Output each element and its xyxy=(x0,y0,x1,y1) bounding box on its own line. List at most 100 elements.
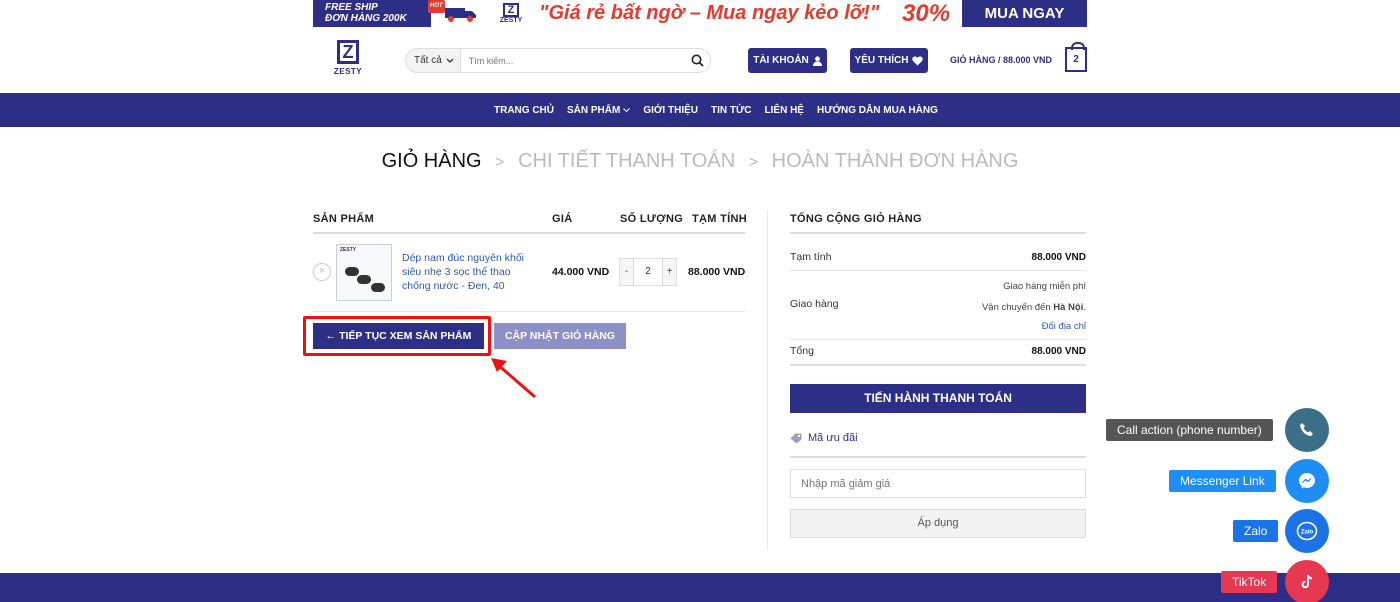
coupon-divider xyxy=(790,456,1086,458)
wishlist-button[interactable]: YÊU THÍCH xyxy=(850,48,928,73)
promo-cta-button[interactable]: MUA NGAY xyxy=(962,0,1087,27)
coupon-code-input[interactable] xyxy=(790,469,1086,498)
call-action-label[interactable]: Call action (phone number) xyxy=(1106,419,1273,441)
product-name-link[interactable]: Dép nam đúc nguyên khối siêu nhẹ 3 sọc t… xyxy=(402,251,532,293)
subtotal-value: 88.000 VND xyxy=(1031,252,1086,263)
zalo-icon-text: Zalo xyxy=(1301,530,1314,536)
step-separator: > xyxy=(495,154,505,171)
total-label: Tổng xyxy=(790,345,814,357)
subtotal-label: Tạm tính xyxy=(790,251,832,263)
search-category-label: Tất cả xyxy=(414,55,442,66)
promo-banner[interactable]: FREE SHIP ĐƠN HÀNG 200K HOT Z ZESTY "Giá… xyxy=(313,0,1087,27)
nav-item-contact[interactable]: LIÊN HỆ xyxy=(765,105,804,116)
qty-increase-button[interactable]: + xyxy=(663,259,676,285)
apply-coupon-button[interactable]: Áp dụng xyxy=(790,509,1086,538)
col-header-price: GIÁ xyxy=(552,213,573,225)
total-value: 88.000 VND xyxy=(1031,346,1086,357)
account-label: TÀI KHOẢN xyxy=(753,55,809,66)
col-header-subtotal: TẠM TÍNH xyxy=(692,213,747,225)
site-logo[interactable]: Z ZESTY xyxy=(330,40,366,80)
zalo-label[interactable]: Zalo xyxy=(1233,520,1279,542)
row-divider xyxy=(313,311,745,312)
quantity-stepper: - 2 + xyxy=(619,258,677,286)
change-address-link[interactable]: Đổi địa chỉ xyxy=(1042,321,1086,332)
shoe-image xyxy=(357,275,371,284)
shoe-image xyxy=(345,267,359,276)
step-cart[interactable]: GIỎ HÀNG xyxy=(382,150,482,172)
tiktok-icon[interactable] xyxy=(1285,560,1329,602)
step-order-complete: HOÀN THÀNH ĐƠN HÀNG xyxy=(771,150,1019,172)
promo-hot-badge: HOT xyxy=(428,0,445,13)
update-cart-button[interactable]: CẬP NHẬT GIỎ HÀNG xyxy=(494,323,626,349)
remove-item-button[interactable]: × xyxy=(313,263,331,281)
annotation-arrow-icon xyxy=(491,358,536,399)
chevron-down-icon xyxy=(446,58,454,63)
wishlist-label: YÊU THÍCH xyxy=(854,55,909,66)
account-button[interactable]: TÀI KHOẢN xyxy=(748,48,827,73)
nav-item-home[interactable]: TRANG CHỦ xyxy=(494,105,554,116)
shipping-destination-prefix: Vận chuyển đến xyxy=(981,302,1051,313)
annotation-highlight-box xyxy=(303,316,491,356)
product-price: 44.000 VND xyxy=(552,266,610,278)
col-header-qty: SỐ LƯỢNG xyxy=(620,213,684,225)
nav-item-guide[interactable]: HƯỚNG DẪN MUA HÀNG xyxy=(817,105,938,116)
step-checkout-details[interactable]: CHI TIẾT THANH TOÁN xyxy=(518,150,735,172)
totals-row-divider xyxy=(790,270,1086,271)
thumbnail-brand: ZESTY xyxy=(340,247,357,253)
nav-item-products[interactable]: SẢN PHẨM xyxy=(567,104,631,116)
promo-percent: 30% xyxy=(902,0,951,27)
qty-decrease-button[interactable]: - xyxy=(620,259,633,285)
product-thumbnail[interactable]: ZESTY xyxy=(336,244,392,301)
zalo-icon[interactable]: Zalo xyxy=(1285,509,1329,553)
search-input[interactable] xyxy=(460,55,684,66)
promo-free-ship: FREE SHIP ĐƠN HÀNG 200K HOT xyxy=(313,0,445,27)
coupon-heading-label: Mã ưu đãi xyxy=(808,432,858,444)
user-icon xyxy=(812,55,822,66)
search-bar: Tất cả xyxy=(405,48,711,73)
shipping-destination: Vận chuyển đến Hà Nội. xyxy=(982,302,1086,313)
totals-row-divider xyxy=(790,339,1086,340)
logo-text: ZESTY xyxy=(333,67,363,76)
shipping-city: Hà Nội xyxy=(1053,302,1084,313)
promo-logo: Z ZESTY xyxy=(491,0,531,27)
cart-count: 2 xyxy=(1073,54,1079,65)
nav-item-news[interactable]: TIN TỨC xyxy=(711,105,752,116)
nav-item-products-label: SẢN PHẨM xyxy=(567,104,621,116)
main-nav-items: TRANG CHỦ SẢN PHẨM GIỚI THIỆU TIN TỨC LI… xyxy=(494,93,938,127)
tag-icon xyxy=(790,433,802,443)
messenger-link-label[interactable]: Messenger Link xyxy=(1169,470,1276,492)
search-icon[interactable] xyxy=(684,54,710,67)
promo-slogan: "Giá rẻ bất ngờ – Mua ngay kẻo lỡ!" xyxy=(539,2,880,24)
nav-item-about[interactable]: GIỚI THIỆU xyxy=(643,105,698,116)
footer-band xyxy=(0,573,1400,602)
step-separator: > xyxy=(748,154,759,171)
totals-footer-divider xyxy=(790,364,1086,366)
phone-icon[interactable] xyxy=(1285,408,1329,452)
main-nav: TRANG CHỦ SẢN PHẨM GIỚI THIỆU TIN TỨC LI… xyxy=(0,93,1400,127)
coupon-heading: Mã ưu đãi xyxy=(790,432,858,444)
column-divider xyxy=(767,210,768,550)
checkout-steps: GIỎ HÀNG > CHI TIẾT THANH TOÁN > HOÀN TH… xyxy=(0,150,1400,173)
qty-input[interactable]: 2 xyxy=(633,259,663,285)
heart-icon xyxy=(912,56,924,65)
table-header-divider xyxy=(313,232,745,234)
search-category-select[interactable]: Tất cả xyxy=(406,49,461,72)
cart-summary-link[interactable]: GIỎ HÀNG / 88.000 VND xyxy=(950,48,1052,73)
chevron-down-icon xyxy=(623,107,631,112)
totals-header-divider xyxy=(790,232,1086,234)
promo-logo-text: ZESTY xyxy=(499,17,523,24)
promo-free-ship-line2: ĐƠN HÀNG 200K xyxy=(325,13,407,24)
product-subtotal: 88.000 VND xyxy=(688,266,746,278)
tiktok-label[interactable]: TikTok xyxy=(1221,571,1278,593)
col-header-product: SẢN PHẨM xyxy=(313,213,375,225)
shipping-method: Giao hàng miễn phí xyxy=(1003,281,1086,292)
logo-mark: Z xyxy=(337,40,359,64)
proceed-checkout-button[interactable]: TIẾN HÀNH THANH TOÁN xyxy=(790,384,1086,413)
cart-icon[interactable]: 2 xyxy=(1065,42,1087,72)
shoe-image xyxy=(371,283,385,292)
promo-free-ship-line1: FREE SHIP xyxy=(325,2,378,13)
cart-totals-title: TỔNG CỘNG GIỎ HÀNG xyxy=(790,213,922,225)
promo-logo-mark: Z xyxy=(503,3,519,17)
shipping-label: Giao hàng xyxy=(790,298,839,310)
messenger-icon[interactable] xyxy=(1285,459,1329,503)
